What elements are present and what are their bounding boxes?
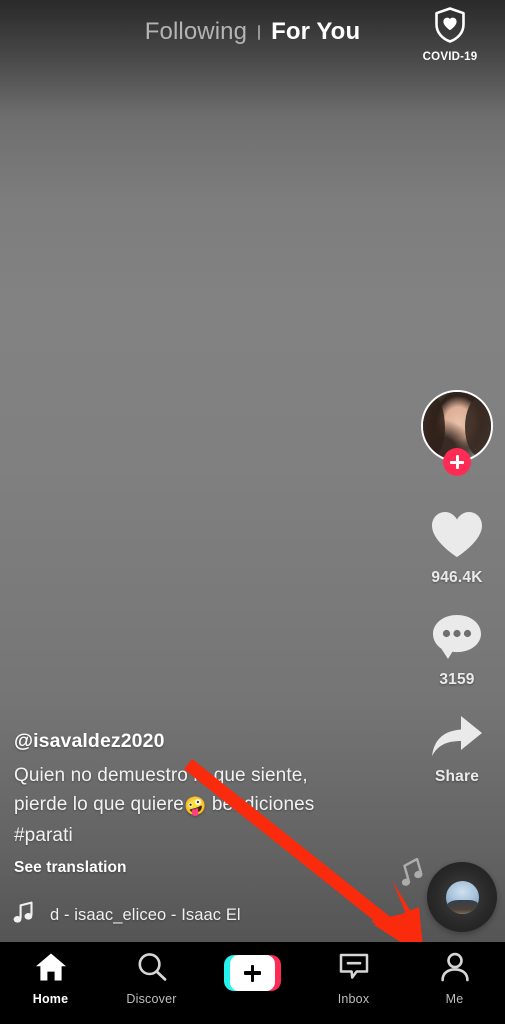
action-rail: 946.4K 3159 Share [415, 390, 499, 786]
video-caption-block: @isavaldez2020 Quien no demuestro lo que… [14, 730, 372, 877]
tab-following[interactable]: Following [145, 20, 247, 44]
inbox-icon [338, 952, 370, 987]
comment-button[interactable]: 3159 [431, 613, 483, 689]
creator-avatar-group[interactable] [419, 390, 495, 482]
home-icon [35, 952, 67, 987]
description-line-2b: bendiciones [206, 794, 315, 815]
description-line-1: Quien no demuestro lo que siente, [14, 765, 308, 786]
share-button[interactable]: Share [430, 714, 484, 786]
tiktok-feed-screen: Following For You COVID-19 946.4K 3159 S… [0, 0, 505, 1024]
nav-label-inbox: Inbox [337, 992, 370, 1006]
covid-19-button[interactable]: COVID-19 [413, 6, 487, 63]
song-title: d - isaac_eliceo - Isaac El [50, 905, 241, 924]
comment-bubble-icon [431, 613, 483, 666]
create-plus-icon[interactable] [224, 955, 281, 991]
nav-label-home: Home [32, 992, 69, 1006]
nav-item-create[interactable] [202, 952, 303, 996]
follow-button-plus-icon[interactable] [443, 448, 471, 476]
shield-heart-icon [433, 6, 467, 49]
bottom-navigation-bar: Home Discover Inbox Me [0, 942, 505, 1024]
see-translation-button[interactable]: See translation [14, 859, 372, 877]
comment-count: 3159 [439, 671, 475, 688]
creator-handle[interactable]: @isavaldez2020 [14, 730, 372, 753]
music-note-icon [13, 901, 34, 929]
nav-label-me: Me [445, 992, 464, 1006]
nav-item-home[interactable]: Home [0, 952, 101, 1006]
covid-19-label: COVID-19 [422, 51, 478, 63]
share-arrow-icon [430, 714, 484, 763]
avatar-hair-right [465, 398, 491, 456]
like-count: 946.4K [431, 569, 483, 586]
music-notes-icon [397, 857, 427, 895]
feed-tabs: Following For You [145, 20, 360, 44]
like-button[interactable]: 946.4K [430, 510, 484, 587]
nav-item-me[interactable]: Me [404, 952, 505, 1006]
avatar-hair-left [423, 394, 445, 456]
search-icon [136, 952, 168, 987]
tab-for-you[interactable]: For You [271, 20, 360, 44]
nav-label-discover: Discover [126, 992, 177, 1006]
heart-icon [430, 510, 484, 564]
record-album-art [445, 880, 479, 914]
tab-separator [258, 24, 261, 40]
description-line-2a: pierde lo que quiere [14, 794, 184, 815]
nav-item-inbox[interactable]: Inbox [303, 952, 404, 1006]
video-description: Quien no demuestro lo que siente, pierde… [14, 761, 372, 850]
create-core [230, 955, 275, 991]
emoji-zany-face: 🤪 [183, 796, 207, 816]
spinning-record-icon[interactable] [427, 862, 497, 932]
hashtag-parati[interactable]: #parati [14, 825, 73, 846]
nav-item-discover[interactable]: Discover [101, 952, 202, 1006]
share-label: Share [434, 768, 480, 785]
song-row[interactable]: d - isaac_eliceo - Isaac El [13, 901, 241, 929]
person-icon [439, 952, 471, 987]
